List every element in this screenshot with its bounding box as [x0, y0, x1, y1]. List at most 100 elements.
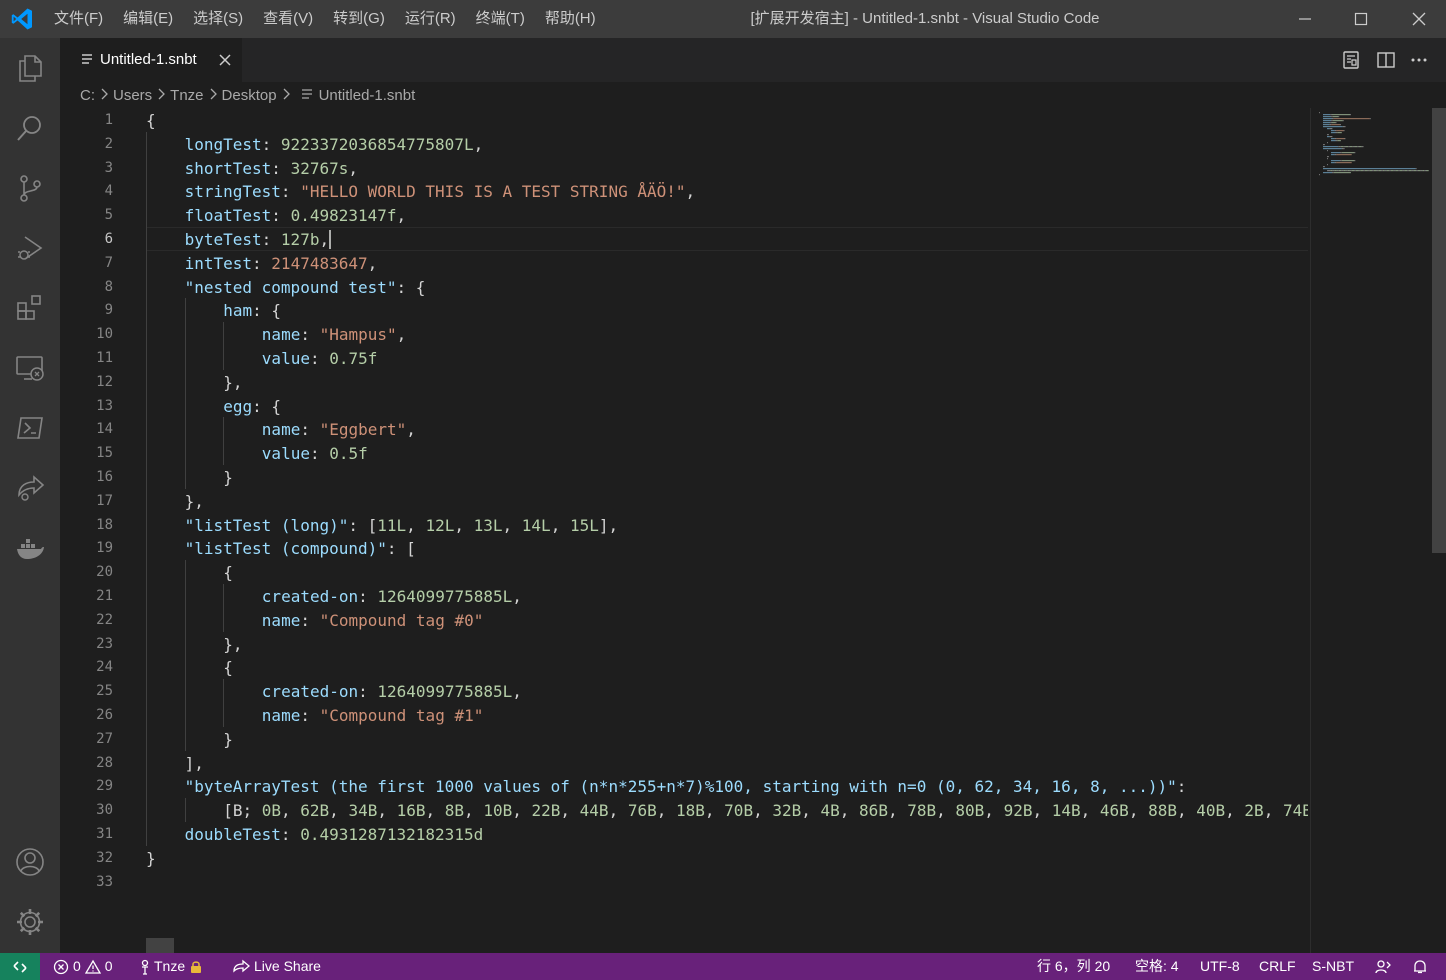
remote-indicator[interactable]	[0, 953, 40, 980]
open-preview-button[interactable]	[1339, 48, 1363, 72]
code-line[interactable]: },	[185, 490, 204, 514]
cursor-position[interactable]: 行 6，列 20	[1037, 953, 1110, 980]
activity-live-share[interactable]	[0, 460, 60, 516]
code-line[interactable]: {	[146, 109, 156, 133]
code-line[interactable]: {	[223, 561, 233, 585]
code-line[interactable]: name: "Compound tag #1"	[262, 704, 484, 728]
breadcrumb-item[interactable]: Users	[113, 87, 152, 104]
vscode-logo-icon	[10, 7, 34, 31]
code-line[interactable]: created-on: 1264099775885L,	[262, 680, 522, 704]
code-line[interactable]: "nested compound test": {	[185, 276, 426, 300]
code-line[interactable]: doubleTest: 0.4931287132182315d	[185, 823, 484, 847]
indent-guide	[146, 250, 147, 275]
code-line[interactable]: {	[223, 656, 233, 680]
code-line[interactable]: byteTest: 127b,	[185, 228, 331, 252]
code-line[interactable]: }	[146, 847, 156, 871]
code-line[interactable]: egg: {	[223, 395, 281, 419]
code-token: ,	[406, 420, 416, 440]
activity-accounts[interactable]	[0, 834, 60, 890]
activity-run-debug[interactable]	[0, 220, 60, 276]
activity-source-control[interactable]	[0, 160, 60, 216]
code-line[interactable]: "byteArrayTest (the first 1000 values of…	[185, 775, 1187, 799]
minimap-mark	[1334, 170, 1337, 172]
tab-untitled-1[interactable]: Untitled-1.snbt	[60, 38, 242, 82]
minimap[interactable]	[1310, 108, 1433, 953]
tab-close-icon[interactable]	[216, 51, 234, 69]
split-editor-button[interactable]	[1374, 48, 1398, 72]
eol-indicator[interactable]: CRLF	[1259, 953, 1296, 980]
menu-item[interactable]: 文件(F)	[44, 0, 113, 38]
menu-item[interactable]: 编辑(E)	[113, 0, 183, 38]
code-token: ,	[1225, 801, 1245, 821]
line-number: 4	[104, 183, 113, 200]
minimap-mark	[1357, 146, 1359, 148]
code-line[interactable]: name: "Hampus",	[262, 323, 407, 347]
maximize-button[interactable]	[1332, 0, 1390, 38]
activity-extensions[interactable]	[0, 280, 60, 336]
code-line[interactable]: name: "Eggbert",	[262, 418, 416, 442]
code-token: floatTest	[184, 206, 272, 226]
menu-item[interactable]: 转到(G)	[323, 0, 395, 38]
menu-item[interactable]: 帮助(H)	[535, 0, 606, 38]
minimap-mark	[1424, 170, 1426, 172]
menu-item[interactable]: 选择(S)	[183, 0, 253, 38]
more-actions-button[interactable]	[1407, 48, 1431, 72]
menu-item[interactable]: 终端(T)	[466, 0, 535, 38]
activity-powershell[interactable]	[0, 400, 60, 456]
problems-indicator[interactable]: 0 0	[53, 953, 113, 980]
code-line[interactable]: floatTest: 0.49823147f,	[185, 204, 407, 228]
notifications-button[interactable]	[1412, 953, 1428, 980]
user-indicator[interactable]: Tnze	[140, 953, 203, 980]
activity-remote-explorer[interactable]	[0, 340, 60, 396]
activity-explorer[interactable]	[0, 40, 60, 96]
menu-item[interactable]: 运行(R)	[395, 0, 466, 38]
code-line[interactable]: "listTest (compound)": [	[185, 537, 416, 561]
code-area[interactable]: { longTest: 9223372036854775807L, shortTes…	[146, 108, 1308, 953]
minimap-mark	[1331, 162, 1335, 164]
activity-manage[interactable]	[0, 894, 60, 950]
code-line[interactable]: created-on: 1264099775885L,	[262, 585, 522, 609]
code-token: ,	[464, 801, 484, 821]
code-line[interactable]: }	[223, 466, 233, 490]
breadcrumb-item[interactable]: Desktop	[222, 87, 277, 104]
encoding-indicator[interactable]: UTF-8	[1200, 953, 1240, 980]
breadcrumb-item[interactable]: Untitled-1.snbt	[319, 87, 416, 104]
language-mode-indicator[interactable]: S-NBT	[1312, 953, 1354, 980]
code-token: :	[252, 396, 272, 416]
code-line[interactable]: value: 0.5f	[262, 442, 368, 466]
code-line[interactable]: name: "Compound tag #0"	[262, 609, 484, 633]
code-line[interactable]: },	[223, 633, 242, 657]
menu-item[interactable]: 查看(V)	[253, 0, 323, 38]
minimap-mark	[1341, 146, 1344, 148]
code-line[interactable]: intTest: 2147483647,	[185, 252, 378, 276]
code-line[interactable]: longTest: 9223372036854775807L,	[185, 133, 484, 157]
feedback-button[interactable]	[1375, 953, 1391, 980]
vertical-scrollbar[interactable]	[1432, 108, 1446, 953]
activity-search[interactable]	[0, 100, 60, 156]
minimap-mark	[1343, 146, 1346, 148]
indentation-indicator[interactable]: 空格: 4	[1135, 953, 1179, 980]
breadcrumb-item[interactable]: Tnze	[170, 87, 203, 104]
minimap-mark	[1329, 124, 1332, 126]
editor-tabs-bar: Untitled-1.snbt	[60, 38, 1446, 82]
live-share-button[interactable]: Live Share	[232, 953, 321, 980]
breadcrumb-item[interactable]: C:	[80, 87, 95, 104]
vertical-scrollbar-thumb[interactable]	[1432, 108, 1446, 553]
minimize-button[interactable]	[1276, 0, 1334, 38]
code-editor[interactable]: 1 2 3 4 5 6 7 8 9 10 11 12 13 14 15 16 17 18 19 20 21 22 23 24 2…	[60, 108, 1446, 953]
code-line[interactable]: },	[223, 371, 242, 395]
indent-guide	[146, 798, 147, 822]
code-line[interactable]: ham: {	[223, 299, 281, 323]
code-line[interactable]: [B; 0B, 62B, 34B, 16B, 8B, 10B, 22B, 44B…	[223, 799, 1308, 823]
code-line[interactable]: shortTest: 32767s,	[185, 157, 358, 181]
code-line[interactable]: value: 0.75f	[262, 347, 378, 371]
minimap-mark	[1404, 170, 1408, 172]
code-line[interactable]: }	[223, 728, 233, 752]
code-line[interactable]: "listTest (long)": [11L, 12L, 13L, 14L, …	[185, 514, 619, 538]
horizontal-scrollbar-thumb[interactable]	[146, 938, 174, 953]
code-line[interactable]: stringTest: "HELLO WORLD THIS IS A TEST …	[185, 180, 696, 204]
code-token: }	[146, 848, 156, 868]
close-window-button[interactable]	[1390, 0, 1446, 38]
code-line[interactable]: ],	[185, 752, 204, 776]
activity-docker[interactable]	[0, 520, 60, 576]
